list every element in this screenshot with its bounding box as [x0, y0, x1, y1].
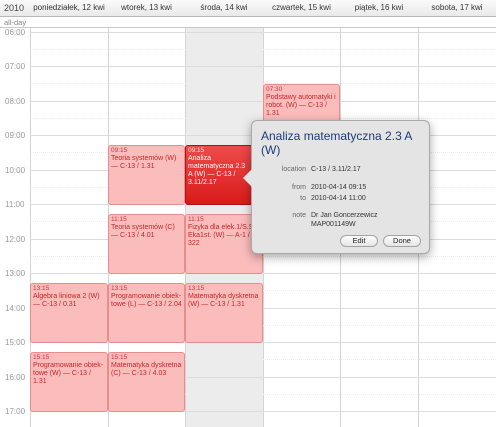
event-title: Matematyka dyskretna (W) — C-13 / 1.31 [188, 293, 259, 308]
popover-title[interactable]: Analiza matematyczna 2.3 A (W) [261, 129, 425, 157]
day-header-tuesday[interactable]: wtorek, 13 kwi [108, 3, 185, 17]
event-time: 09:15 [111, 147, 128, 154]
note-label: note [292, 212, 306, 219]
event-title: Programowanie obiek-towe (W) — C-13 / 1.… [33, 362, 104, 385]
half-hour-line [30, 256, 496, 257]
event-title: Algebra liniowa 2 (W) — C-13 / 0.31 [33, 293, 100, 308]
hour-label: 13:00 [5, 269, 26, 278]
event-time: 15:15 [111, 354, 128, 361]
all-day-row[interactable]: all-day [0, 17, 496, 28]
hour-label: 07:00 [5, 62, 26, 71]
event-time: 11:15 [111, 216, 127, 223]
all-day-label: all-day [4, 18, 27, 27]
hour-label: 16:00 [5, 373, 26, 382]
event-title: Podstawy automatyki i robot. (W) — C-13 … [266, 94, 336, 117]
event-time: 13:15 [111, 285, 128, 292]
year-label: 2010 [4, 3, 25, 13]
event-teoria-systemow-w[interactable]: 09:15 Teoria systemów (W) — C-13 / 1.31 [108, 145, 185, 205]
event-title: Analiza matematyczna 2.3 A (W) — C-13 / … [188, 155, 246, 186]
hour-label: 15:00 [5, 338, 26, 347]
from-value[interactable]: 2010-04-14 09:15 [311, 184, 366, 191]
hour-line [30, 273, 496, 274]
day-header-thursday[interactable]: czwartek, 15 kwi [263, 3, 340, 17]
event-time: 13:15 [188, 285, 205, 292]
event-teoria-systemow-c[interactable]: 11:15 Teoria systemów (C) — C-13 / 4.01 [108, 214, 185, 274]
half-hour-line [30, 49, 496, 50]
event-title: Fizyka dla elek.1/S.ST. Eka1st. (W) — A-… [188, 224, 259, 247]
location-label: location [281, 166, 306, 173]
calendar-header: 2010 poniedziałek, 12 kwi wtorek, 13 kwi… [0, 0, 496, 17]
to-value[interactable]: 2010-04-14 11:00 [311, 195, 366, 202]
hour-label: 08:00 [5, 97, 26, 106]
hour-line [30, 66, 496, 67]
event-programowanie-w[interactable]: 15:15 Programowanie obiek-towe (W) — C-1… [30, 352, 108, 412]
done-button[interactable]: Done [383, 235, 421, 247]
day-header-friday[interactable]: piątek, 16 kwi [340, 3, 418, 17]
event-title: Programowanie obiek-towe (L) — C-13 / 2.… [111, 293, 182, 308]
note-line-2[interactable]: MAP001149W [311, 221, 356, 228]
event-time: 07:30 [266, 86, 283, 93]
hour-label: 12:00 [5, 235, 26, 244]
event-title: Matematyka dyskretna (C) — C-13 / 4.03 [111, 362, 182, 377]
hour-label: 17:00 [5, 407, 26, 416]
event-matematyka-dyskretna-c[interactable]: 15:15 Matematyka dyskretna (C) — C-13 / … [108, 352, 185, 412]
edit-button[interactable]: Edit [340, 235, 378, 247]
event-time: 09:15 [188, 147, 205, 154]
event-detail-popover: Analiza matematyczna 2.3 A (W) location … [243, 120, 430, 254]
hour-label: 06:00 [5, 28, 26, 37]
hour-label: 10:00 [5, 166, 26, 175]
day-header-saturday[interactable]: sobota, 17 kwi [418, 3, 496, 17]
hour-label: 09:00 [5, 131, 26, 140]
to-label: to [300, 195, 306, 202]
from-label: from [292, 184, 306, 191]
event-algebra-liniowa[interactable]: 13:15 Algebra liniowa 2 (W) — C-13 / 0.3… [30, 283, 108, 343]
event-matematyka-dyskretna-w[interactable]: 13:15 Matematyka dyskretna (W) — C-13 / … [185, 283, 263, 343]
event-programowanie-l[interactable]: 13:15 Programowanie obiek-towe (L) — C-1… [108, 283, 185, 343]
day-header-monday[interactable]: poniedziałek, 12 kwi [30, 3, 108, 17]
event-title: Teoria systemów (W) — C-13 / 1.31 [111, 155, 177, 170]
hour-label: 11:00 [5, 200, 25, 209]
event-title: Teoria systemów (C) — C-13 / 4.01 [111, 224, 175, 239]
hour-line [30, 32, 496, 33]
location-value[interactable]: C-13 / 3.11/2.17 [311, 166, 361, 173]
hour-label: 14:00 [5, 304, 26, 313]
event-time: 15:15 [33, 354, 50, 361]
note-line-1[interactable]: Dr Jan Goncerzewicz [311, 212, 378, 219]
day-header-wednesday[interactable]: środa, 14 kwi [185, 3, 263, 17]
popover-arrow [243, 169, 252, 187]
event-time: 13:15 [33, 285, 50, 292]
event-time: 11:15 [188, 216, 204, 223]
